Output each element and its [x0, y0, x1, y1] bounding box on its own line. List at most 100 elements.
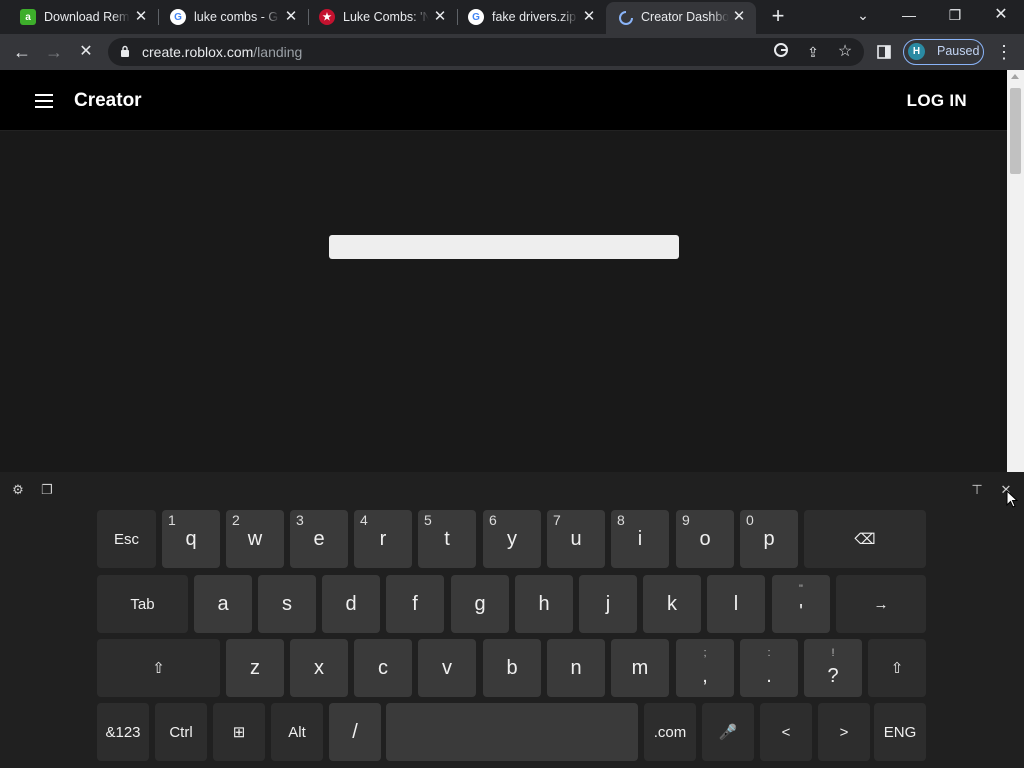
enter-key[interactable]: →: [836, 575, 926, 633]
tab-close-icon[interactable]: ✕: [431, 8, 449, 26]
key-f[interactable]: f: [386, 575, 444, 633]
key-Ctrl[interactable]: Ctrl: [155, 703, 207, 761]
key-Alt[interactable]: Alt: [271, 703, 323, 761]
key-<[interactable]: <: [760, 703, 812, 761]
key-h[interactable]: h: [515, 575, 573, 633]
microphone-key[interactable]: 🎤: [702, 703, 754, 761]
key-,[interactable]: ;,: [676, 639, 734, 697]
key-v[interactable]: v: [418, 639, 476, 697]
windows-key[interactable]: ⊞: [213, 703, 265, 761]
key-p[interactable]: 0p: [740, 510, 798, 568]
tab-close-icon[interactable]: ✕: [282, 8, 300, 26]
stop-loading-button[interactable]: ✕: [72, 38, 100, 66]
key-d[interactable]: d: [322, 575, 380, 633]
minimize-button[interactable]: —: [886, 0, 932, 32]
tab-strip: a Download Remo ✕ G luke combs - G ✕ ★ L…: [0, 0, 1024, 34]
key-/[interactable]: /: [329, 703, 381, 761]
key-r[interactable]: 4r: [354, 510, 412, 568]
key-u[interactable]: 7u: [547, 510, 605, 568]
forward-button[interactable]: →: [40, 38, 68, 66]
menu-icon[interactable]: ⋮: [990, 38, 1018, 66]
key-label: /: [352, 720, 358, 743]
key->[interactable]: >: [818, 703, 870, 761]
key-label: Esc: [113, 530, 139, 548]
shift-key[interactable]: ⇧: [97, 639, 220, 697]
browser-tab[interactable]: G fake drivers.zip ✕: [448, 2, 606, 34]
key-alt-symbol: ;: [703, 647, 707, 659]
new-tab-button[interactable]: +: [766, 4, 790, 28]
side-panel-icon[interactable]: [870, 38, 898, 66]
keyboard-settings-icon[interactable]: ⚙: [10, 482, 26, 498]
key-ENG[interactable]: ENG: [874, 703, 926, 761]
back-button[interactable]: ←: [8, 38, 36, 66]
key-k[interactable]: k: [643, 575, 701, 633]
key-.[interactable]: :.: [740, 639, 798, 697]
key-label: ?: [827, 664, 839, 687]
key-y[interactable]: 6y: [483, 510, 541, 568]
hamburger-menu-icon[interactable]: [35, 94, 53, 108]
key-label: <: [781, 723, 791, 741]
key-m[interactable]: m: [611, 639, 669, 697]
close-window-button[interactable]: ✕: [978, 0, 1024, 32]
key-z[interactable]: z: [226, 639, 284, 697]
url-domain: create.roblox.com: [142, 44, 254, 60]
key-'[interactable]: " ': [772, 575, 830, 633]
scroll-up-icon[interactable]: [1011, 74, 1019, 79]
keyboard-sticker-icon[interactable]: ❐: [39, 482, 55, 498]
browser-tab[interactable]: a Download Remo ✕: [0, 2, 158, 34]
key-e[interactable]: 3e: [290, 510, 348, 568]
scrollbar-thumb[interactable]: [1010, 88, 1021, 174]
key-n[interactable]: n: [547, 639, 605, 697]
key-x[interactable]: x: [290, 639, 348, 697]
key-number-hint: 8: [617, 512, 625, 528]
site-brand[interactable]: Creator: [74, 90, 142, 112]
key-a[interactable]: a: [194, 575, 252, 633]
page-scrollbar[interactable]: [1007, 70, 1024, 472]
key-o[interactable]: 9o: [676, 510, 734, 568]
url-path: /landing: [253, 44, 303, 60]
browser-toolbar: ← → ✕ create.roblox.com/landing ⇪ ☆ H Pa…: [0, 34, 1024, 70]
key-Tab[interactable]: Tab: [97, 575, 188, 633]
keyboard-dock-icon[interactable]: ⊤: [969, 482, 985, 498]
key-label: ENG: [883, 723, 917, 741]
shift-key[interactable]: ⇧: [868, 639, 926, 697]
tab-favicon-icon: G: [170, 9, 186, 25]
key-c[interactable]: c: [354, 639, 412, 697]
share-icon[interactable]: ⇪: [803, 42, 823, 62]
key-&123[interactable]: &123: [97, 703, 149, 761]
key-Esc[interactable]: Esc: [97, 510, 156, 568]
browser-tab[interactable]: ★ Luke Combs: 'N ✕: [299, 2, 457, 34]
key-j[interactable]: j: [579, 575, 637, 633]
address-bar[interactable]: create.roblox.com/landing ⇪ ☆: [108, 38, 864, 66]
page-viewport: Creator LOG IN: [0, 70, 1007, 472]
key-.com[interactable]: .com: [644, 703, 696, 761]
key-label: →: [873, 595, 889, 613]
key-q[interactable]: 1q: [162, 510, 220, 568]
profile-button[interactable]: H Paused: [903, 39, 984, 65]
tab-close-icon[interactable]: ✕: [132, 8, 150, 26]
key-alt-symbol: !: [831, 647, 835, 659]
browser-tab[interactable]: G luke combs - G ✕: [150, 2, 308, 34]
key-t[interactable]: 5t: [418, 510, 476, 568]
browser-tab-active[interactable]: Creator Dashbo ✕: [606, 2, 756, 34]
url-text[interactable]: create.roblox.com/landing: [142, 44, 302, 60]
key-s[interactable]: s: [258, 575, 316, 633]
google-lens-icon[interactable]: [771, 42, 791, 62]
key-w[interactable]: 2w: [226, 510, 284, 568]
key-space[interactable]: [386, 703, 638, 761]
login-button[interactable]: LOG IN: [907, 91, 967, 111]
tab-close-icon[interactable]: ✕: [730, 8, 748, 26]
key-l[interactable]: l: [707, 575, 765, 633]
restore-button[interactable]: ❐: [932, 0, 978, 32]
key-i[interactable]: 8i: [611, 510, 669, 568]
key-label: w: [247, 527, 263, 550]
bookmark-star-icon[interactable]: ☆: [835, 42, 855, 62]
key-?[interactable]: !?: [804, 639, 862, 697]
key-label: ⌫: [854, 531, 876, 548]
tab-close-icon[interactable]: ✕: [580, 8, 598, 26]
key-g[interactable]: g: [451, 575, 509, 633]
tab-search-icon[interactable]: ⌄: [840, 0, 886, 32]
backspace-key[interactable]: ⌫: [804, 510, 926, 568]
key-label: q: [185, 527, 197, 550]
key-b[interactable]: b: [483, 639, 541, 697]
